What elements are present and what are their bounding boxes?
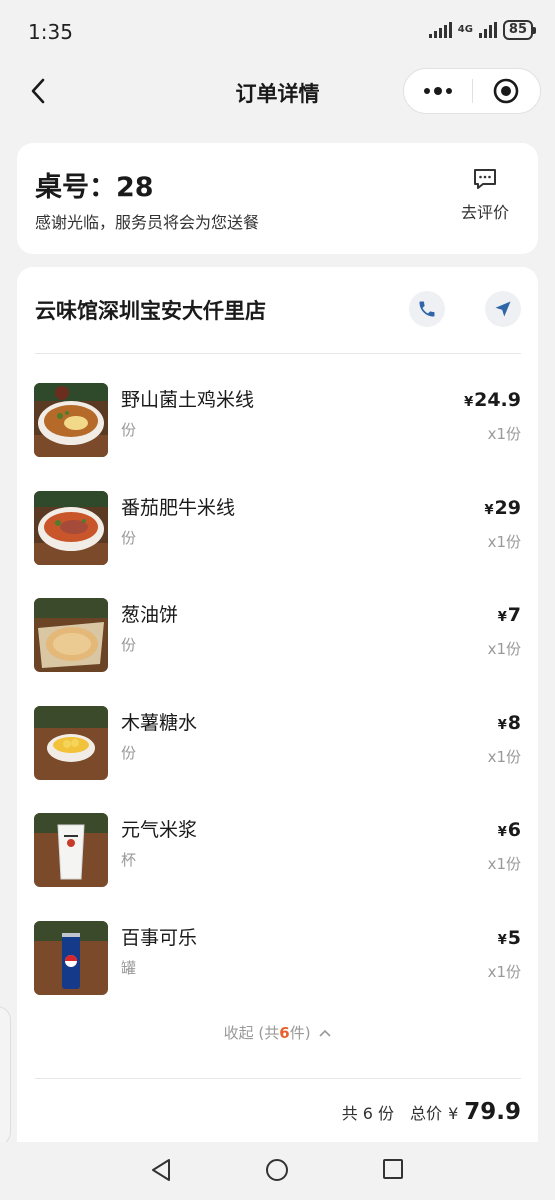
triangle-back-icon xyxy=(152,1159,170,1181)
currency-symbol: ¥ xyxy=(497,825,507,840)
table-subtitle: 感谢光临，服务员将会为您送餐 xyxy=(35,213,260,232)
battery-icon: 85 xyxy=(502,20,537,40)
total-label: 总价 xyxy=(410,1104,443,1123)
currency-symbol: ¥ xyxy=(464,395,474,410)
item-unit: 份 xyxy=(121,528,137,547)
item-price-value: 24.9 xyxy=(474,389,521,411)
collapse-suffix: 件) xyxy=(289,1024,311,1042)
close-miniprogram-button[interactable] xyxy=(473,69,541,113)
call-button[interactable] xyxy=(409,291,445,327)
target-close-icon xyxy=(493,78,519,104)
item-quantity: x1份 xyxy=(487,747,521,766)
item-list: 野山菌土鸡米线 份 ¥24.9 x1份 番茄肥牛米线 份 ¥29 x1份 葱油饼… xyxy=(17,373,538,1018)
status-bar: 1:35 4G 85 xyxy=(0,0,555,60)
system-recents-button[interactable] xyxy=(382,1158,404,1184)
item-quantity: x1份 xyxy=(487,532,521,551)
food-thumbnail xyxy=(34,598,108,672)
item-name: 番茄肥牛米线 xyxy=(121,496,236,519)
item-name: 元气米浆 xyxy=(121,819,198,841)
more-dots-icon xyxy=(423,87,452,95)
chevron-up-icon xyxy=(319,1029,331,1037)
system-nav-bar xyxy=(0,1142,555,1200)
item-unit: 份 xyxy=(121,743,137,762)
collapse-prefix: 收起 (共 xyxy=(223,1024,280,1042)
item-quantity: x1份 xyxy=(487,640,521,658)
item-price-value: 7 xyxy=(507,604,521,626)
item-count: 共 6 份 xyxy=(341,1104,395,1123)
system-home-button[interactable] xyxy=(265,1158,289,1186)
item-price-value: 6 xyxy=(507,819,521,841)
list-item[interactable]: 葱油饼 份 ¥7 x1份 xyxy=(17,588,538,696)
item-quantity: x1份 xyxy=(487,855,521,873)
collapse-count: 6 xyxy=(279,1024,290,1042)
food-thumbnail xyxy=(34,920,108,995)
item-quantity: x1份 xyxy=(487,962,521,981)
circle-home-icon xyxy=(266,1159,288,1181)
food-thumbnail xyxy=(34,383,108,457)
item-price-value: 5 xyxy=(507,926,521,949)
square-recents-icon xyxy=(383,1159,403,1179)
order-summary: 共 6 份 总价 ¥79.9 xyxy=(342,1099,521,1125)
store-divider xyxy=(35,353,521,354)
item-unit: 份 xyxy=(121,636,137,654)
item-unit: 罐 xyxy=(121,958,137,977)
mini-program-capsule xyxy=(403,68,541,114)
item-name: 百事可乐 xyxy=(121,926,198,949)
item-name: 葱油饼 xyxy=(121,604,179,626)
list-item[interactable]: 百事可乐 罐 ¥5 x1份 xyxy=(17,911,538,1019)
nav-bar: 订单详情 xyxy=(0,62,555,122)
food-thumbnail xyxy=(34,490,108,565)
table-card: 桌号：28 感谢光临，服务员将会为您送餐 去评价 xyxy=(17,143,538,254)
table-number-value: 28 xyxy=(116,172,154,203)
total-currency: ¥ xyxy=(448,1104,459,1123)
navigation-arrow-icon xyxy=(495,301,511,317)
item-price-value: 29 xyxy=(494,496,521,519)
table-label: 桌号： xyxy=(35,172,116,203)
item-quantity: x1份 xyxy=(487,425,521,443)
food-thumbnail xyxy=(34,705,108,780)
currency-symbol: ¥ xyxy=(497,932,507,948)
food-thumbnail xyxy=(34,813,108,887)
system-back-button[interactable] xyxy=(150,1158,172,1186)
total-price: 79.9 xyxy=(464,1099,521,1125)
item-unit: 杯 xyxy=(121,851,137,869)
summary-divider xyxy=(35,1078,521,1079)
item-price: ¥5 xyxy=(498,927,521,949)
list-item[interactable]: 木薯糖水 份 ¥8 x1份 xyxy=(17,696,538,804)
phone-icon xyxy=(419,301,435,317)
review-label: 去评价 xyxy=(460,203,509,222)
more-button[interactable] xyxy=(404,69,472,113)
item-price: ¥7 xyxy=(498,604,521,626)
navigate-button[interactable] xyxy=(485,291,521,327)
status-time: 1:35 xyxy=(28,20,73,44)
item-name: 野山菌土鸡米线 xyxy=(121,389,255,411)
order-card: 云味馆深圳宝安大仟里店 野山菌土鸡米线 份 ¥24.9 x1份 番茄肥牛米线 份… xyxy=(17,267,538,1167)
list-item[interactable]: 元气米浆 杯 ¥6 x1份 xyxy=(17,803,538,911)
list-item[interactable]: 野山菌土鸡米线 份 ¥24.9 x1份 xyxy=(17,373,538,481)
item-price-value: 8 xyxy=(507,711,521,734)
floating-side-handle[interactable] xyxy=(0,1006,11,1146)
signal-icon xyxy=(428,22,452,38)
table-number: 桌号：28 xyxy=(35,165,154,204)
item-unit: 份 xyxy=(121,421,137,439)
item-price: ¥8 xyxy=(498,712,521,734)
store-name: 云味馆深圳宝安大仟里店 xyxy=(35,299,266,323)
comment-icon xyxy=(474,169,496,189)
item-price: ¥24.9 xyxy=(464,389,521,411)
status-indicators: 4G 85 xyxy=(428,20,537,40)
item-price: ¥6 xyxy=(498,819,521,841)
network-type: 4G xyxy=(457,24,473,35)
item-price: ¥29 xyxy=(485,497,522,519)
currency-symbol: ¥ xyxy=(497,610,507,625)
currency-symbol: ¥ xyxy=(497,717,507,733)
item-name: 木薯糖水 xyxy=(121,711,198,734)
currency-symbol: ¥ xyxy=(484,502,494,518)
list-item[interactable]: 番茄肥牛米线 份 ¥29 x1份 xyxy=(17,481,538,589)
collapse-toggle[interactable]: 收起 (共6件) xyxy=(17,1022,538,1043)
signal-icon-2 xyxy=(478,22,497,38)
review-button[interactable]: 去评价 xyxy=(450,167,520,223)
